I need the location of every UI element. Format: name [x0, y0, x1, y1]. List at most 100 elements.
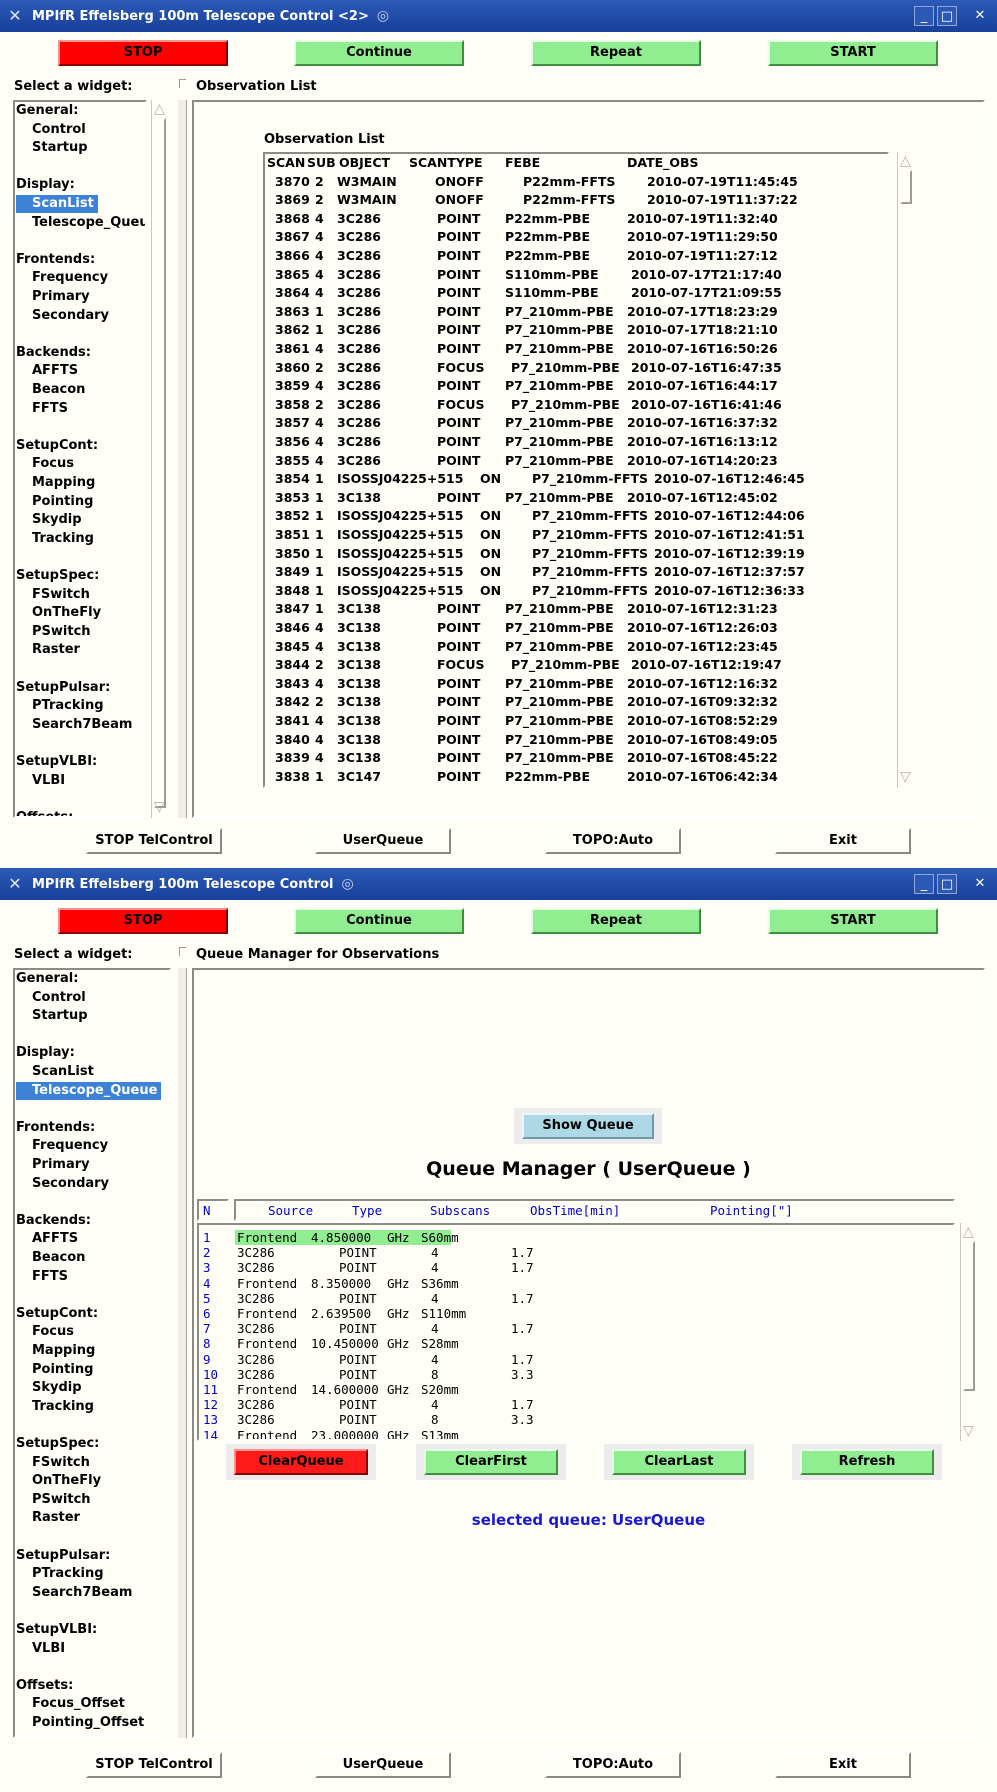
- table-row[interactable]: 3864 4 3C286 POINT S110mm-PBE 2010-07-17T21:0…: [265, 284, 885, 302]
- queue-row[interactable]: 8 Frontend 10.450000 GHz S28mm: [199, 1336, 949, 1351]
- scroll-up-arrow-icon[interactable]: △: [963, 1225, 974, 1239]
- userqueue-button[interactable]: UserQueue: [315, 1752, 451, 1778]
- sidebar-item[interactable]: Focus: [32, 1323, 74, 1341]
- sidebar-item[interactable]: Primary: [32, 1156, 90, 1174]
- sidebar-item[interactable]: Secondary: [32, 1175, 109, 1193]
- sidebar-item[interactable]: Pointing_Offset: [32, 1714, 144, 1732]
- queue-row[interactable]: 14 Frontend 23.000000 GHz S13mm: [199, 1428, 949, 1439]
- sidebar-item[interactable]: Search7Beam: [32, 1584, 132, 1602]
- sidebar-item[interactable]: Skydip: [32, 511, 82, 529]
- widget-list[interactable]: General: Control Startup Display: ScanList Te…: [13, 100, 147, 818]
- sidebar-item[interactable]: Control: [32, 989, 86, 1007]
- topo-auto-button[interactable]: TOPO:Auto: [545, 828, 681, 854]
- queue-scrollbar[interactable]: △ ▽: [960, 1223, 981, 1441]
- sidebar-item[interactable]: Telescope_Queue: [32, 214, 145, 232]
- sidebar-item[interactable]: FSwitch: [32, 1454, 90, 1472]
- queue-row[interactable]: 6 Frontend 2.639500 GHz S110mm: [199, 1306, 949, 1321]
- refresh-button[interactable]: Refresh: [800, 1449, 934, 1475]
- stop-button[interactable]: STOP: [58, 908, 228, 934]
- table-row[interactable]: 3860 2 3C286 FOCUS P7_210mm-PBE 2010-07-16T16…: [265, 359, 885, 377]
- minimize-button[interactable]: _: [914, 874, 934, 894]
- sidebar-item[interactable]: Raster: [32, 1509, 80, 1527]
- sidebar-item[interactable]: Pointing: [32, 493, 93, 511]
- minimize-button[interactable]: _: [914, 6, 934, 26]
- table-row[interactable]: 3840 4 3C138 POINT P7_210mm-PBE 2010-07-16T08…: [265, 731, 885, 749]
- sidebar-item[interactable]: PTracking: [32, 1565, 104, 1583]
- queue-row[interactable]: 11 Frontend 14.600000 GHz S20mm: [199, 1382, 949, 1397]
- table-row[interactable]: 3866 4 3C286 POINT P22mm-PBE 2010-07-19T11:27…: [265, 247, 885, 265]
- pane-sash[interactable]: [177, 968, 187, 1738]
- table-row[interactable]: 3850 1 ISOSSJ04225+515 ON P7_210mm-FFTS 2010-…: [265, 545, 885, 563]
- sidebar-item[interactable]: Skydip: [32, 1379, 82, 1397]
- table-row[interactable]: 3854 1 ISOSSJ04225+515 ON P7_210mm-FFTS 2010-…: [265, 470, 885, 488]
- sidebar-item[interactable]: Beacon: [32, 381, 85, 399]
- queue-row[interactable]: 10 3C286 POINT 8 3.3: [199, 1367, 949, 1382]
- table-row[interactable]: 3856 4 3C286 POINT P7_210mm-PBE 2010-07-16T16…: [265, 433, 885, 451]
- sidebar-item[interactable]: Beacon: [32, 1249, 85, 1267]
- obs-list-scrollbar[interactable]: △ ▽: [897, 152, 918, 788]
- sidebar-item[interactable]: FFTS: [32, 400, 68, 418]
- sidebar-item[interactable]: Focus: [32, 455, 74, 473]
- scroll-up-arrow-icon[interactable]: △: [154, 102, 165, 116]
- sidebar-item[interactable]: FFTS: [32, 1268, 68, 1286]
- sidebar-item[interactable]: AFFTS: [32, 1230, 78, 1248]
- maximize-button[interactable]: □: [937, 874, 957, 894]
- table-row[interactable]: 3865 4 3C286 POINT S110mm-PBE 2010-07-17T21:1…: [265, 266, 885, 284]
- sidebar-item[interactable]: ScanList: [32, 1063, 94, 1081]
- scroll-down-arrow-icon[interactable]: ▽: [963, 1424, 974, 1438]
- start-button[interactable]: START: [768, 40, 938, 66]
- sidebar-item[interactable]: Tracking: [32, 1398, 94, 1416]
- table-row[interactable]: 3843 4 3C138 POINT P7_210mm-PBE 2010-07-16T12…: [265, 675, 885, 693]
- userqueue-button[interactable]: UserQueue: [315, 828, 451, 854]
- clear-last-button[interactable]: ClearLast: [612, 1449, 746, 1475]
- table-row[interactable]: 3844 2 3C138 FOCUS P7_210mm-PBE 2010-07-16T12…: [265, 656, 885, 674]
- sidebar-item[interactable]: Control: [32, 121, 86, 139]
- start-button[interactable]: START: [768, 908, 938, 934]
- queue-row[interactable]: 9 3C286 POINT 4 1.7: [199, 1352, 949, 1367]
- sidebar-item[interactable]: Mapping: [32, 1342, 95, 1360]
- table-row[interactable]: 3849 1 ISOSSJ04225+515 ON P7_210mm-FFTS 2010-…: [265, 563, 885, 581]
- stop-telcontrol-button[interactable]: STOP TelControl: [86, 828, 222, 854]
- queue-row[interactable]: 12 3C286 POINT 4 1.7: [199, 1397, 949, 1412]
- pane-sash[interactable]: [177, 100, 187, 818]
- queue-row[interactable]: 2 3C286 POINT 4 1.7: [199, 1245, 949, 1260]
- table-row[interactable]: 3839 4 3C138 POINT P7_210mm-PBE 2010-07-16T08…: [265, 749, 885, 767]
- observation-listbox[interactable]: SCAN SUB OBJECT SCANTYPE FEBE DATE_OBS 3…: [263, 152, 889, 788]
- sidebar-item[interactable]: Frequency: [32, 269, 108, 287]
- sidebar-item[interactable]: PTracking: [32, 697, 104, 715]
- sidebar-item[interactable]: Startup: [32, 139, 88, 157]
- table-row[interactable]: 3852 1 ISOSSJ04225+515 ON P7_210mm-FFTS 2010-…: [265, 507, 885, 525]
- table-row[interactable]: 3842 2 3C138 POINT P7_210mm-PBE 2010-07-16T09…: [265, 693, 885, 711]
- queue-row[interactable]: 3 3C286 POINT 4 1.7: [199, 1260, 949, 1275]
- table-row[interactable]: 3855 4 3C286 POINT P7_210mm-PBE 2010-07-16T14…: [265, 452, 885, 470]
- repeat-button[interactable]: Repeat: [531, 908, 701, 934]
- scroll-thumb[interactable]: [963, 1241, 975, 1391]
- sidebar-item[interactable]: PSwitch: [32, 623, 91, 641]
- queue-row[interactable]: 5 3C286 POINT 4 1.7: [199, 1291, 949, 1306]
- sidebar-item[interactable]: OnTheFly: [32, 604, 101, 622]
- exit-button[interactable]: Exit: [775, 1752, 911, 1778]
- scroll-thumb[interactable]: [154, 118, 166, 808]
- sidebar-item[interactable]: VLBI: [32, 772, 65, 790]
- queue-row[interactable]: 4 Frontend 8.350000 GHz S36mm: [199, 1276, 949, 1291]
- queue-listbox[interactable]: 1 Frontend 4.850000 GHz S60mm 2 3C286 POINT 4 1.7…: [197, 1223, 955, 1441]
- sidebar-item[interactable]: Telescope_Queue: [16, 1081, 162, 1100]
- table-row[interactable]: 3862 1 3C286 POINT P7_210mm-PBE 2010-07-17T18…: [265, 321, 885, 339]
- sidebar-item[interactable]: FSwitch: [32, 586, 90, 604]
- table-row[interactable]: 3838 1 3C147 POINT P22mm-PBE 2010-07-16T06:42…: [265, 768, 885, 786]
- scroll-up-arrow-icon[interactable]: △: [900, 154, 911, 168]
- sidebar-item[interactable]: Frequency: [32, 1137, 108, 1155]
- queue-row[interactable]: 13 3C286 POINT 8 3.3: [199, 1412, 949, 1427]
- table-row[interactable]: 3858 2 3C286 FOCUS P7_210mm-PBE 2010-07-16T16…: [265, 396, 885, 414]
- sidebar-item[interactable]: Pointing: [32, 1361, 93, 1379]
- sidebar-item[interactable]: AFFTS: [32, 362, 78, 380]
- table-row[interactable]: 3841 4 3C138 POINT P7_210mm-PBE 2010-07-16T08…: [265, 712, 885, 730]
- exit-button[interactable]: Exit: [775, 828, 911, 854]
- table-row[interactable]: 3867 4 3C286 POINT P22mm-PBE 2010-07-19T11:29…: [265, 228, 885, 246]
- sidebar-item[interactable]: PSwitch: [32, 1491, 91, 1509]
- maximize-button[interactable]: □: [937, 6, 957, 26]
- sidebar-item[interactable]: Search7Beam: [32, 716, 132, 734]
- queue-row[interactable]: 7 3C286 POINT 4 1.7: [199, 1321, 949, 1336]
- table-row[interactable]: 3868 4 3C286 POINT P22mm-PBE 2010-07-19T11:32…: [265, 210, 885, 228]
- sidebar-item[interactable]: Startup: [32, 1007, 88, 1025]
